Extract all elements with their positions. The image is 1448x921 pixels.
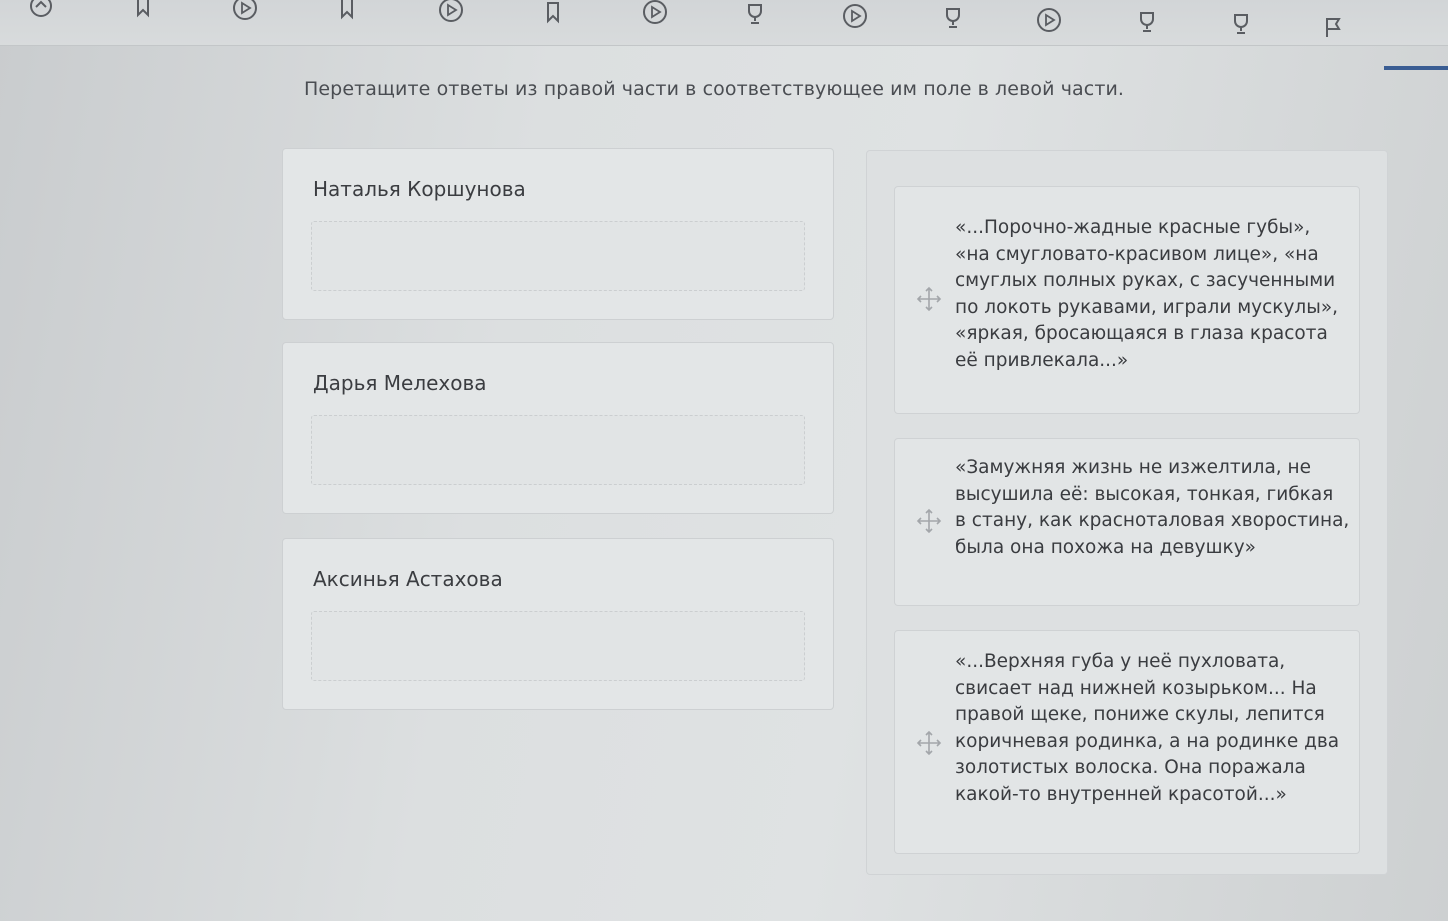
bookmark-icon [137,0,149,18]
play-circle-icon [643,0,667,24]
bookmark-icon [547,2,559,24]
answer-text: «Замужняя жизнь не изжелтила, не высушил… [955,457,1350,558]
answer-text: «...Верхняя губа у неё пухловата, свисае… [955,651,1340,805]
draggable-answer-2[interactable]: «Замужняя жизнь не изжелтила, не высушил… [894,438,1360,606]
question-nav-1[interactable] [12,0,70,26]
play-circle-icon [233,0,257,20]
drop-zone[interactable] [311,221,805,291]
match-target-2: Дарья Мелехова [282,342,834,514]
question-nav-7[interactable] [626,0,684,32]
match-target-3: Аксинья Астахова [282,538,834,710]
draggable-answer-1[interactable]: «...Порочно-жадные красные губы», «на см… [894,186,1360,414]
trophy-icon [946,8,960,28]
circle-arrow-icon [30,0,52,17]
bookmark-icon [341,0,353,20]
drag-handle[interactable] [915,285,943,313]
question-nav-6[interactable] [524,0,582,32]
drop-zone[interactable] [311,611,805,681]
question-navigation-toolbar [0,0,1448,46]
question-nav-11[interactable] [1020,0,1078,40]
move-arrows-icon [916,508,942,534]
question-nav-2[interactable] [114,0,172,26]
question-nav-12[interactable] [1118,2,1176,42]
drag-handle[interactable] [915,729,943,757]
target-label: Дарья Мелехова [313,371,487,395]
question-nav-8[interactable] [726,0,784,34]
question-nav-3[interactable] [216,0,274,28]
question-nav-5[interactable] [422,0,480,30]
flag-icon [1326,18,1341,37]
draggable-answer-3[interactable]: «...Верхняя губа у неё пухловата, свисае… [894,630,1360,854]
play-circle-icon [439,0,463,22]
task-instruction: Перетащите ответы из правой части в соот… [304,78,1125,100]
drag-handle[interactable] [915,507,943,535]
trophy-icon [748,4,762,24]
target-label: Наталья Коршунова [313,177,526,201]
trophy-icon [1140,12,1154,32]
move-arrows-icon [916,730,942,756]
question-nav-13[interactable] [1212,4,1270,44]
play-circle-icon [1037,8,1061,32]
active-tab-indicator [1384,66,1448,70]
answer-text: «...Порочно-жадные красные губы», «на см… [955,217,1339,371]
play-circle-icon [843,4,867,28]
target-label: Аксинья Астахова [313,567,503,591]
question-nav-10[interactable] [924,0,982,38]
finish-flag-button[interactable] [1304,8,1362,48]
question-nav-9[interactable] [826,0,884,36]
question-nav-4[interactable] [318,0,376,28]
drop-zone[interactable] [311,415,805,485]
move-arrows-icon [916,286,942,312]
trophy-icon [1234,14,1248,34]
match-target-1: Наталья Коршунова [282,148,834,320]
